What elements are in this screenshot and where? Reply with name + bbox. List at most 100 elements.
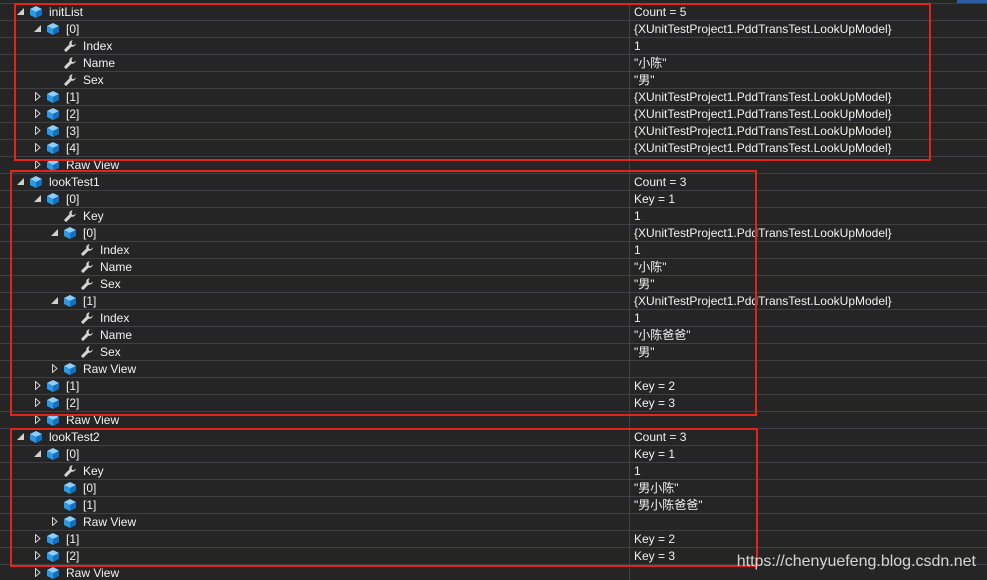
item-value[interactable]: Key = 2 [634, 531, 675, 547]
expanded-arrow-icon[interactable] [33, 24, 42, 33]
item-value[interactable]: Key = 3 [634, 395, 675, 411]
watch-row[interactable]: Name "小陈" [0, 259, 987, 276]
cube-icon [46, 141, 60, 155]
watch-row[interactable]: [4] {XUnitTestProject1.PddTransTest.LookU… [0, 140, 987, 157]
item-value[interactable]: "男" [634, 344, 655, 360]
collapsed-arrow-icon[interactable] [33, 398, 42, 407]
watch-row[interactable]: Index 1 [0, 38, 987, 55]
item-value[interactable]: Count = 3 [634, 174, 686, 190]
watch-row[interactable]: [1] {XUnitTestProject1.PddTransTest.LookU… [0, 89, 987, 106]
watch-row[interactable]: [1] Key = 2 [0, 531, 987, 548]
item-value[interactable]: Key = 1 [634, 191, 675, 207]
item-value[interactable]: "小陈" [634, 259, 667, 275]
watch-row[interactable]: Index 1 [0, 242, 987, 259]
watch-row[interactable]: Raw View [0, 514, 987, 531]
item-value[interactable]: "男" [634, 276, 655, 292]
item-value[interactable]: "小陈爸爸" [634, 327, 691, 343]
collapsed-arrow-icon[interactable] [33, 415, 42, 424]
item-value[interactable]: 1 [634, 38, 641, 54]
watch-row[interactable]: [2] {XUnitTestProject1.PddTransTest.LookU… [0, 106, 987, 123]
expanded-arrow-icon[interactable] [50, 296, 59, 305]
item-value[interactable]: Key = 2 [634, 378, 675, 394]
wrench-icon [80, 328, 94, 342]
name-column-cell: Name [0, 55, 630, 71]
wrench-icon [80, 277, 94, 291]
collapsed-arrow-icon[interactable] [33, 551, 42, 560]
watch-row[interactable]: [0] "男小陈" [0, 480, 987, 497]
collapsed-arrow-icon[interactable] [33, 109, 42, 118]
wrench-icon [80, 345, 94, 359]
watch-row[interactable]: [0] {XUnitTestProject1.PddTransTest.LookU… [0, 225, 987, 242]
watch-row[interactable]: Raw View [0, 412, 987, 429]
item-value[interactable]: 1 [634, 242, 641, 258]
item-value[interactable]: Count = 5 [634, 4, 686, 20]
collapsed-arrow-icon[interactable] [50, 364, 59, 373]
expanded-arrow-icon[interactable] [50, 228, 59, 237]
watch-row[interactable]: [3] {XUnitTestProject1.PddTransTest.LookU… [0, 123, 987, 140]
expanded-arrow-icon[interactable] [33, 449, 42, 458]
watch-row[interactable]: [0] {XUnitTestProject1.PddTransTest.LookU… [0, 21, 987, 38]
item-value[interactable]: 1 [634, 463, 641, 479]
watch-row[interactable]: Key 1 [0, 208, 987, 225]
watch-row[interactable]: lookTest1 Count = 3 [0, 174, 987, 191]
item-name-label: [2] [66, 549, 80, 563]
watch-row[interactable]: Sex "男" [0, 72, 987, 89]
item-value[interactable]: {XUnitTestProject1.PddTransTest.LookUpMo… [634, 106, 892, 122]
wrench-icon [63, 73, 77, 87]
watch-window-tree[interactable]: initList Count = 5 [0] {XUnitTestProject1.P… [0, 4, 987, 580]
item-value[interactable]: 1 [634, 208, 641, 224]
watch-row[interactable]: [0] Key = 1 [0, 191, 987, 208]
item-value[interactable]: {XUnitTestProject1.PddTransTest.LookUpMo… [634, 225, 892, 241]
cube-icon [46, 124, 60, 138]
item-value[interactable]: 1 [634, 310, 641, 326]
watch-row[interactable]: initList Count = 5 [0, 4, 987, 21]
item-value[interactable]: {XUnitTestProject1.PddTransTest.LookUpMo… [634, 140, 892, 156]
watch-row[interactable]: Sex "男" [0, 276, 987, 293]
collapsed-arrow-icon[interactable] [33, 534, 42, 543]
item-value[interactable]: "小陈" [634, 55, 667, 71]
collapsed-arrow-icon[interactable] [33, 568, 42, 577]
collapsed-arrow-icon[interactable] [33, 92, 42, 101]
collapsed-arrow-icon[interactable] [50, 517, 59, 526]
item-name-label: Raw View [83, 362, 137, 376]
item-value[interactable]: Key = 3 [634, 548, 675, 564]
item-value[interactable]: {XUnitTestProject1.PddTransTest.LookUpMo… [634, 89, 892, 105]
selection-fragment [957, 0, 987, 3]
collapsed-arrow-icon[interactable] [33, 143, 42, 152]
watch-row[interactable]: [2] Key = 3 [0, 395, 987, 412]
item-value[interactable]: "男" [634, 72, 655, 88]
watch-row[interactable]: lookTest2 Count = 3 [0, 429, 987, 446]
item-value[interactable]: Count = 3 [634, 429, 686, 445]
item-name-label: [3] [66, 124, 80, 138]
collapsed-arrow-icon[interactable] [33, 381, 42, 390]
watch-row[interactable]: Name "小陈" [0, 55, 987, 72]
expanded-arrow-icon[interactable] [33, 194, 42, 203]
watch-row[interactable]: Sex "男" [0, 344, 987, 361]
expanded-arrow-icon[interactable] [16, 177, 25, 186]
cube-icon [29, 5, 43, 19]
item-name-label: [4] [66, 141, 80, 155]
watch-row[interactable]: Raw View [0, 361, 987, 378]
watch-row[interactable]: [1] {XUnitTestProject1.PddTransTest.LookU… [0, 293, 987, 310]
collapsed-arrow-icon[interactable] [33, 126, 42, 135]
item-value[interactable]: "男小陈爸爸" [634, 497, 703, 513]
item-value[interactable]: Key = 1 [634, 446, 675, 462]
item-value[interactable]: {XUnitTestProject1.PddTransTest.LookUpMo… [634, 293, 892, 309]
name-column-cell: initList [0, 4, 630, 20]
item-name-label: [1] [66, 90, 80, 104]
watch-row[interactable]: Key 1 [0, 463, 987, 480]
expanded-arrow-icon[interactable] [16, 432, 25, 441]
watch-row[interactable]: [0] Key = 1 [0, 446, 987, 463]
expanded-arrow-icon[interactable] [16, 7, 25, 16]
item-value[interactable]: {XUnitTestProject1.PddTransTest.LookUpMo… [634, 123, 892, 139]
cube-icon [46, 532, 60, 546]
watch-row[interactable]: [1] "男小陈爸爸" [0, 497, 987, 514]
watch-row[interactable]: Index 1 [0, 310, 987, 327]
watch-row[interactable]: Name "小陈爸爸" [0, 327, 987, 344]
collapsed-arrow-icon[interactable] [33, 160, 42, 169]
item-name-label: Key [83, 209, 104, 223]
watch-row[interactable]: [1] Key = 2 [0, 378, 987, 395]
watch-row[interactable]: Raw View [0, 157, 987, 174]
item-value[interactable]: {XUnitTestProject1.PddTransTest.LookUpMo… [634, 21, 892, 37]
item-value[interactable]: "男小陈" [634, 480, 679, 496]
